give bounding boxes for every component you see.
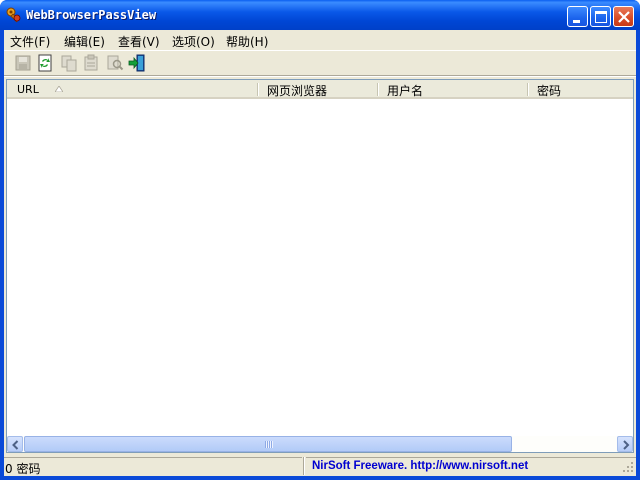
- thumb-grip: [265, 441, 273, 448]
- close-button[interactable]: [613, 6, 634, 27]
- list-header: URL 网页浏览器 用户名 密码: [7, 80, 633, 99]
- chevron-right-icon: [623, 440, 630, 450]
- column-header-browser[interactable]: 网页浏览器: [257, 80, 377, 97]
- sort-ascending-icon: [55, 86, 63, 92]
- resize-grip-icon[interactable]: [622, 461, 634, 473]
- window-title: WebBrowserPassView: [26, 8, 157, 22]
- minimize-icon: [573, 20, 580, 23]
- menu-edit[interactable]: 编辑(E): [64, 33, 105, 50]
- maximize-icon: [595, 11, 607, 23]
- menu-view[interactable]: 查看(V): [118, 33, 160, 50]
- column-header-label: 用户名: [387, 84, 424, 97]
- toolbar-divider: [4, 75, 636, 77]
- close-icon: [618, 11, 630, 23]
- refresh-icon[interactable]: [36, 54, 54, 72]
- column-header-label: 密码: [537, 84, 562, 97]
- scroll-left-button[interactable]: [7, 436, 23, 452]
- password-list[interactable]: URL 网页浏览器 用户名 密码: [6, 79, 634, 453]
- scroll-right-button[interactable]: [617, 436, 633, 452]
- minimize-button[interactable]: [567, 6, 588, 27]
- maximize-button[interactable]: [590, 6, 611, 27]
- column-header-label: URL: [17, 83, 39, 96]
- menu-file[interactable]: 文件(F): [10, 33, 50, 50]
- column-header-label: 网页浏览器: [267, 84, 328, 97]
- properties-icon[interactable]: [82, 54, 100, 72]
- client-area: 文件(F) 编辑(E) 查看(V) 选项(O) 帮助(H) URL 网页浏览器 …: [4, 30, 636, 476]
- toolbar: [4, 51, 636, 75]
- column-header-username[interactable]: 用户名: [377, 80, 527, 97]
- status-bar: 0 密码 NirSoft Freeware. http://www.nirsof…: [4, 455, 636, 476]
- status-count: 0 密码: [4, 457, 302, 476]
- app-window: WebBrowserPassView 文件(F) 编辑(E) 查看(V) 选项(…: [0, 0, 640, 480]
- menu-help[interactable]: 帮助(H): [226, 33, 268, 50]
- menu-bar: 文件(F) 编辑(E) 查看(V) 选项(O) 帮助(H): [4, 30, 636, 50]
- chevron-left-icon: [12, 440, 19, 450]
- save-icon[interactable]: [14, 54, 32, 72]
- status-divider: [303, 457, 305, 475]
- app-key-icon: [6, 7, 21, 23]
- find-icon[interactable]: [106, 54, 124, 72]
- menu-options[interactable]: 选项(O): [172, 33, 215, 50]
- title-bar[interactable]: WebBrowserPassView: [0, 0, 640, 30]
- copy-icon[interactable]: [60, 54, 78, 72]
- scroll-thumb[interactable]: [24, 436, 512, 452]
- column-header-password[interactable]: 密码: [527, 80, 633, 97]
- column-header-url[interactable]: URL: [7, 80, 257, 97]
- horizontal-scrollbar[interactable]: [7, 436, 633, 452]
- nirsoft-link[interactable]: NirSoft Freeware. http://www.nirsoft.net: [306, 457, 636, 475]
- exit-icon[interactable]: [128, 54, 146, 72]
